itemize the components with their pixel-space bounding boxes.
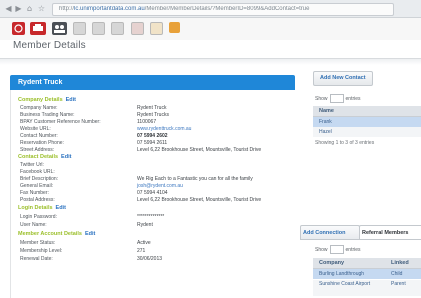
forward-icon[interactable]: ▶ <box>14 4 23 13</box>
browser-toolbar: ◀ ▶ ⌂ ☆ http://lc.unimportantdata.com.au… <box>0 0 421 18</box>
contacts-name-header[interactable]: Name <box>313 106 421 117</box>
pdf-icon[interactable] <box>12 22 25 35</box>
page-title: Member Details <box>13 40 86 51</box>
contacts-page-size-select[interactable] <box>329 94 344 103</box>
linked-column-header[interactable]: Linked <box>391 258 409 268</box>
add-new-contact-button[interactable]: Add New Contact <box>313 71 373 86</box>
table-row[interactable]: Sunshine Coast Airport Parent <box>313 280 421 296</box>
table-row[interactable]: Hazel <box>313 127 421 137</box>
address-bar[interactable]: http://lc.unimportantdata.com.au/Member/… <box>52 3 394 16</box>
users-icon[interactable] <box>52 22 67 35</box>
star-icon[interactable]: ☆ <box>37 4 46 13</box>
contacts-page-size: Show entries <box>315 94 361 103</box>
mail-icon[interactable] <box>169 22 180 33</box>
section-login-details: Login Details Edit <box>18 205 66 211</box>
tab-add-connection[interactable]: Add Connection <box>300 225 360 240</box>
edit-login-link[interactable]: Edit <box>56 205 66 211</box>
home-tool-icon[interactable] <box>73 22 86 35</box>
folder-icon[interactable] <box>150 22 163 35</box>
edit-contact-link[interactable]: Edit <box>61 154 71 160</box>
calendar-icon[interactable] <box>131 22 144 35</box>
member-panel-title: Rydent Truck <box>18 79 63 86</box>
company-column-header[interactable]: Company <box>319 258 344 268</box>
print-icon[interactable] <box>30 22 46 35</box>
edit-company-link[interactable]: Edit <box>66 97 76 103</box>
document-icon[interactable] <box>92 22 105 35</box>
connections-header-row: Company Linked <box>313 258 421 269</box>
home-icon[interactable]: ⌂ <box>25 4 34 13</box>
chart-icon[interactable] <box>111 22 124 35</box>
connections-page-size-select[interactable] <box>329 245 344 254</box>
tab-referral-members[interactable]: Referral Members <box>359 225 421 240</box>
section-account-details: Member Account Details Edit <box>18 231 96 237</box>
member-panel-header: Rydent Truck <box>10 75 295 90</box>
edit-account-link[interactable]: Edit <box>85 231 95 237</box>
table-row[interactable]: Frank <box>313 117 421 127</box>
app-toolbar <box>0 18 421 40</box>
contacts-info: Showing 1 to 3 of 3 entries <box>315 140 375 146</box>
back-icon[interactable]: ◀ <box>4 4 13 13</box>
connections-page-size: Show entries <box>315 245 361 254</box>
url-text: http://lc.unimportantdata.com.au/Member/… <box>59 6 310 12</box>
table-row[interactable]: Burling Landthrough Child <box>313 269 421 279</box>
